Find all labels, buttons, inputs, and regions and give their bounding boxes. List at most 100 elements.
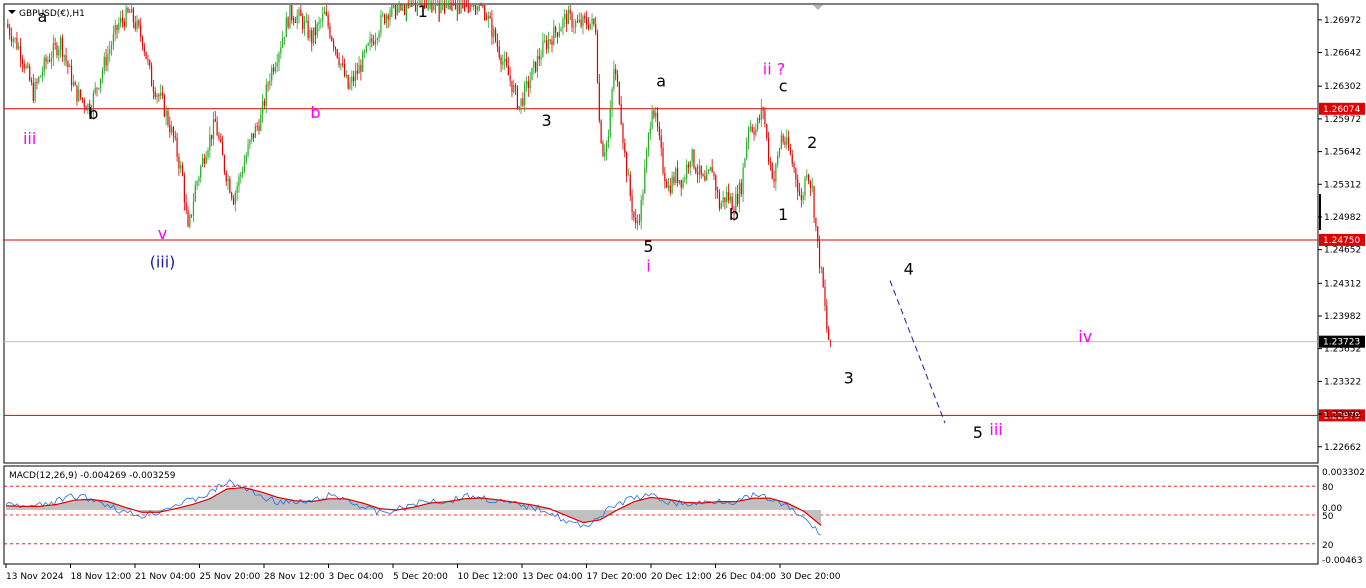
candle-body <box>80 89 82 98</box>
candle-body <box>198 177 200 182</box>
candle-body <box>747 128 750 142</box>
candle-body <box>36 81 38 83</box>
candle-body <box>442 5 444 11</box>
candle-body <box>141 36 144 47</box>
candle-body <box>69 65 71 68</box>
candle-body <box>695 167 697 173</box>
price-tick-label: 1.24652 <box>1324 246 1361 256</box>
chart-title: GBPUSD(€),H1 <box>19 9 85 19</box>
candle-body <box>262 101 264 115</box>
candle-body <box>336 49 338 58</box>
candle-body <box>172 126 175 137</box>
price-tick-label: 1.25312 <box>1324 180 1361 190</box>
candle-body <box>491 18 493 38</box>
candle-body <box>347 74 349 89</box>
candle-body <box>808 174 810 182</box>
candle-body <box>327 15 329 27</box>
candle-body <box>757 118 759 129</box>
candle-body <box>130 8 133 13</box>
candle-body <box>112 33 114 46</box>
wave-label: v <box>158 224 167 243</box>
candle-body <box>129 11 131 13</box>
candle-body <box>287 17 289 27</box>
candle-body <box>365 45 367 52</box>
candle-body <box>81 97 84 100</box>
candle-body <box>342 63 344 65</box>
candle-body <box>525 81 528 85</box>
candle-body <box>151 65 153 87</box>
candle-body <box>263 101 266 106</box>
candle-body <box>393 5 395 9</box>
chart-canvas: GBPUSD(€),H1 MACD(12,26,9) -0.004269 -0.… <box>3 0 1365 582</box>
candle-body <box>67 61 69 68</box>
candle-body <box>52 43 54 59</box>
candle-body <box>576 21 579 23</box>
candle-body <box>655 112 657 117</box>
candle-body <box>118 23 120 31</box>
candle-body <box>274 66 276 72</box>
candle-body <box>334 47 337 50</box>
wave-label: (iii) <box>150 253 176 272</box>
wave-label: c <box>779 76 788 95</box>
wave-label: 3 <box>844 369 854 388</box>
candle-body <box>549 39 551 41</box>
candle-body <box>47 60 49 62</box>
candle-body <box>458 5 460 15</box>
candle-body <box>403 5 406 16</box>
wave-label: 4 <box>904 260 914 279</box>
candle-body <box>276 62 278 67</box>
candle-body <box>200 166 202 178</box>
candle-body <box>658 126 660 136</box>
candle-body <box>453 5 455 6</box>
level-price-label: 1.26074 <box>1323 105 1360 115</box>
candle-body <box>473 5 475 7</box>
candle-body <box>480 5 482 7</box>
wave-label: 5 <box>643 237 653 256</box>
candle-body <box>476 6 478 11</box>
time-tick-label: 13 Dec 04:00 <box>522 572 583 582</box>
wave-label: 2 <box>807 133 817 152</box>
candle-body <box>405 5 407 22</box>
candle-body <box>413 5 415 6</box>
candle-body <box>751 126 753 132</box>
candle-body <box>786 137 788 145</box>
candle-body <box>258 126 260 131</box>
candle-body <box>436 5 438 7</box>
candle-body <box>737 193 739 204</box>
candle-body <box>626 152 628 176</box>
candle-body <box>398 5 400 13</box>
candle-body <box>225 172 227 182</box>
candle-body <box>189 214 191 227</box>
candle-body <box>585 18 588 25</box>
candle-body <box>98 88 100 89</box>
candle-body <box>649 128 651 134</box>
candle-body <box>231 192 233 198</box>
candle-body <box>194 185 196 202</box>
candle-body <box>789 148 792 155</box>
wave-label: 1 <box>778 205 788 224</box>
candle-body <box>125 7 127 27</box>
candle-body <box>675 168 677 183</box>
candle-body <box>662 147 664 174</box>
wave-label: b <box>310 103 320 122</box>
candle-body <box>325 11 327 16</box>
candle-body <box>487 15 489 20</box>
candle-body <box>797 179 799 192</box>
candle-body <box>265 84 267 106</box>
candle-body <box>201 158 204 167</box>
candle-body <box>358 64 360 74</box>
candle-body <box>272 67 275 72</box>
candle-body <box>312 27 315 44</box>
candle-body <box>771 163 773 179</box>
candle-body <box>367 43 369 46</box>
candle-body <box>538 55 540 60</box>
candle-body <box>766 124 768 138</box>
time-tick-label: 18 Nov 12:00 <box>71 572 132 582</box>
candle-body <box>671 176 673 193</box>
candle-body <box>828 329 830 340</box>
candle-body <box>114 25 116 34</box>
candle-body <box>565 14 568 25</box>
candle-body <box>39 76 42 78</box>
candle-body <box>536 55 539 72</box>
candle-body <box>493 29 495 38</box>
